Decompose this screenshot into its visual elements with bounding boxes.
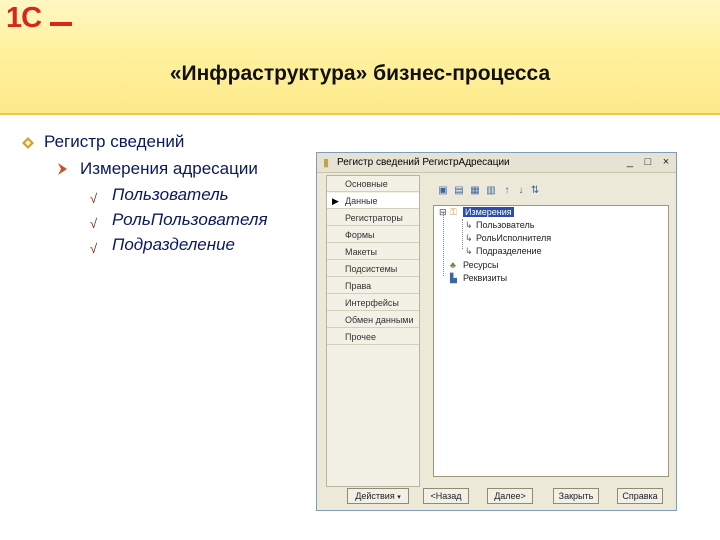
metadata-tree: ⊟ ⚿ Измерения ↳ Пользователь ↳ РольИспол…	[433, 205, 669, 477]
bullet-level3-item: Подразделение	[112, 235, 236, 254]
attribute-icon: ↳	[465, 246, 473, 256]
window-title: Регистр сведений РегистрАдресации	[337, 157, 510, 168]
bullet-level1: Регистр сведений	[44, 132, 185, 151]
tab-rights[interactable]: Права	[327, 278, 419, 294]
copy-icon[interactable]: ▤	[453, 185, 465, 197]
tree-node-attributes[interactable]: Реквизиты	[463, 273, 507, 283]
tab-main[interactable]: Основные	[327, 176, 419, 192]
check-bullet-icon: √	[90, 191, 98, 206]
tree-node-resources[interactable]: Ресурсы	[463, 260, 499, 270]
window-titlebar[interactable]: ▮ Регистр сведений РегистрАдресации _ □ …	[317, 153, 676, 173]
next-button[interactable]: Далее>	[487, 488, 533, 504]
tab-other[interactable]: Прочее	[327, 329, 419, 345]
actions-button[interactable]: Действия ▾	[347, 488, 409, 504]
move-down-icon[interactable]: ↓	[515, 185, 527, 197]
register-window: ▮ Регистр сведений РегистрАдресации _ □ …	[316, 152, 677, 511]
arrow-bullet-icon	[58, 163, 67, 175]
close-button[interactable]: Закрыть	[553, 488, 599, 504]
tab-list: Основные ▶ Данные Регистраторы Формы Мак…	[326, 175, 420, 487]
actions-label: Действия	[355, 491, 395, 501]
logo-stroke	[50, 22, 72, 26]
bullet-level3-item: Пользователь	[112, 185, 229, 204]
check-bullet-icon: √	[90, 216, 98, 231]
attribute-icon: ↳	[465, 220, 473, 230]
bullet-level3-item: РольПользователя	[112, 210, 268, 229]
tree-connector	[462, 219, 463, 249]
dimensions-icon: ⚿	[450, 207, 457, 217]
sort-icon[interactable]: ⇅	[529, 185, 541, 197]
tree-node-item[interactable]: РольИсполнителя	[476, 233, 551, 243]
attribute-icon: ↳	[465, 233, 473, 243]
tab-data-label: Данные	[345, 196, 378, 206]
current-tab-arrow-icon: ▶	[332, 196, 339, 206]
tab-forms[interactable]: Формы	[327, 227, 419, 243]
dropdown-arrow-icon: ▾	[397, 494, 401, 501]
delete-icon[interactable]: ▥	[485, 185, 497, 197]
slide-title: «Инфраструктура» бизнес-процесса	[169, 62, 551, 85]
logo-text: 1С	[6, 2, 42, 34]
tab-data[interactable]: ▶ Данные	[327, 193, 419, 209]
tree-node-item[interactable]: Подразделение	[476, 246, 542, 256]
tree-node-dimensions[interactable]: Измерения	[463, 207, 514, 217]
1c-logo: 1С	[6, 2, 72, 34]
maximize-icon[interactable]: □	[641, 156, 655, 168]
tree-node-item[interactable]: Пользователь	[476, 220, 534, 230]
title-banner: 1С «Инфраструктура» бизнес-процесса	[0, 0, 720, 115]
check-bullet-icon: √	[90, 241, 98, 256]
tree-toolbar: ▣ ▤ ▦ ▥ ↑ ↓ ⇅	[437, 185, 557, 201]
help-button[interactable]: Справка	[617, 488, 663, 504]
tab-data-exchange[interactable]: Обмен данными	[327, 312, 419, 328]
add-child-icon[interactable]: ▦	[469, 185, 481, 197]
back-button[interactable]: <Назад	[423, 488, 469, 504]
tab-interfaces[interactable]: Интерфейсы	[327, 295, 419, 311]
attributes-icon: ▙	[450, 273, 457, 283]
diamond-bullet-icon	[22, 137, 34, 149]
move-up-icon[interactable]: ↑	[501, 185, 513, 197]
register-icon: ▮	[323, 157, 330, 169]
add-icon[interactable]: ▣	[437, 185, 449, 197]
collapse-icon[interactable]: ⊟	[439, 207, 447, 218]
tree-connector	[443, 212, 444, 276]
resources-icon: ♣	[450, 260, 456, 270]
tab-subsystems[interactable]: Подсистемы	[327, 261, 419, 277]
bullet-level2: Измерения адресации	[80, 159, 258, 178]
close-icon[interactable]: ×	[659, 156, 673, 168]
tab-templates[interactable]: Макеты	[327, 244, 419, 260]
minimize-icon[interactable]: _	[623, 156, 637, 168]
tab-registrators[interactable]: Регистраторы	[327, 210, 419, 226]
